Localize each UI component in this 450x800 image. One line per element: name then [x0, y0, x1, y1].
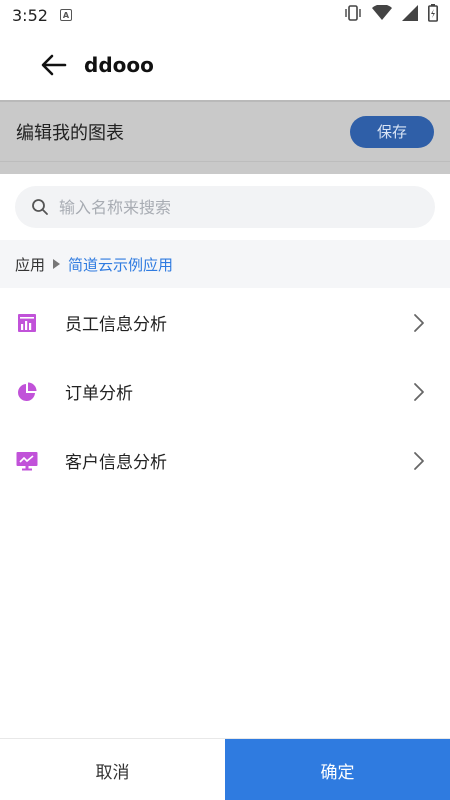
list-item-label: 客户信息分析	[65, 453, 167, 473]
notification-a-icon: A	[59, 9, 72, 21]
wifi-icon	[372, 4, 392, 25]
status-bar: 3:52 A	[0, 0, 450, 30]
chevron-right-icon	[412, 313, 426, 333]
edit-chart-bar: 编辑我的图表 保存	[0, 100, 450, 162]
back-button[interactable]	[36, 47, 72, 83]
confirm-button[interactable]: 确定	[225, 739, 450, 800]
search-icon	[32, 199, 48, 215]
status-time: 3:52	[12, 5, 48, 25]
status-icons	[344, 4, 438, 26]
cancel-button[interactable]: 取消	[0, 739, 225, 800]
monitor-chart-icon	[16, 450, 38, 472]
breadcrumb-root[interactable]: 应用	[15, 254, 45, 275]
signal-icon	[402, 5, 418, 25]
arrow-left-icon	[41, 54, 67, 76]
list-item-customer-analysis[interactable]: 客户信息分析	[0, 426, 450, 495]
footer-actions: 取消 确定	[0, 738, 450, 800]
list-item-label: 员工信息分析	[65, 315, 167, 335]
list-item-order-analysis[interactable]: 订单分析	[0, 357, 450, 426]
save-button[interactable]: 保存	[350, 115, 434, 148]
app-bar: ddooo	[0, 30, 450, 100]
chevron-right-icon	[412, 382, 426, 402]
battery-icon	[428, 4, 438, 26]
breadcrumb-current[interactable]: 简道云示例应用	[68, 254, 173, 275]
chart-list: 员工信息分析 订单分析 客户信息分析	[0, 288, 450, 495]
vibrate-icon	[344, 5, 362, 25]
breadcrumb-arrow-icon	[53, 259, 61, 269]
list-item-label: 订单分析	[65, 384, 133, 404]
pie-chart-icon	[16, 381, 38, 403]
list-item-employee-analysis[interactable]: 员工信息分析	[0, 288, 450, 357]
edit-bar-shadow	[0, 162, 450, 174]
breadcrumb: 应用 简道云示例应用	[0, 240, 450, 288]
chevron-right-icon	[412, 451, 426, 471]
bar-chart-icon	[16, 312, 38, 334]
search-input[interactable]	[59, 197, 389, 217]
search-bar[interactable]	[15, 186, 435, 228]
edit-chart-label: 编辑我的图表	[16, 122, 124, 144]
page-title: ddooo	[84, 53, 154, 77]
